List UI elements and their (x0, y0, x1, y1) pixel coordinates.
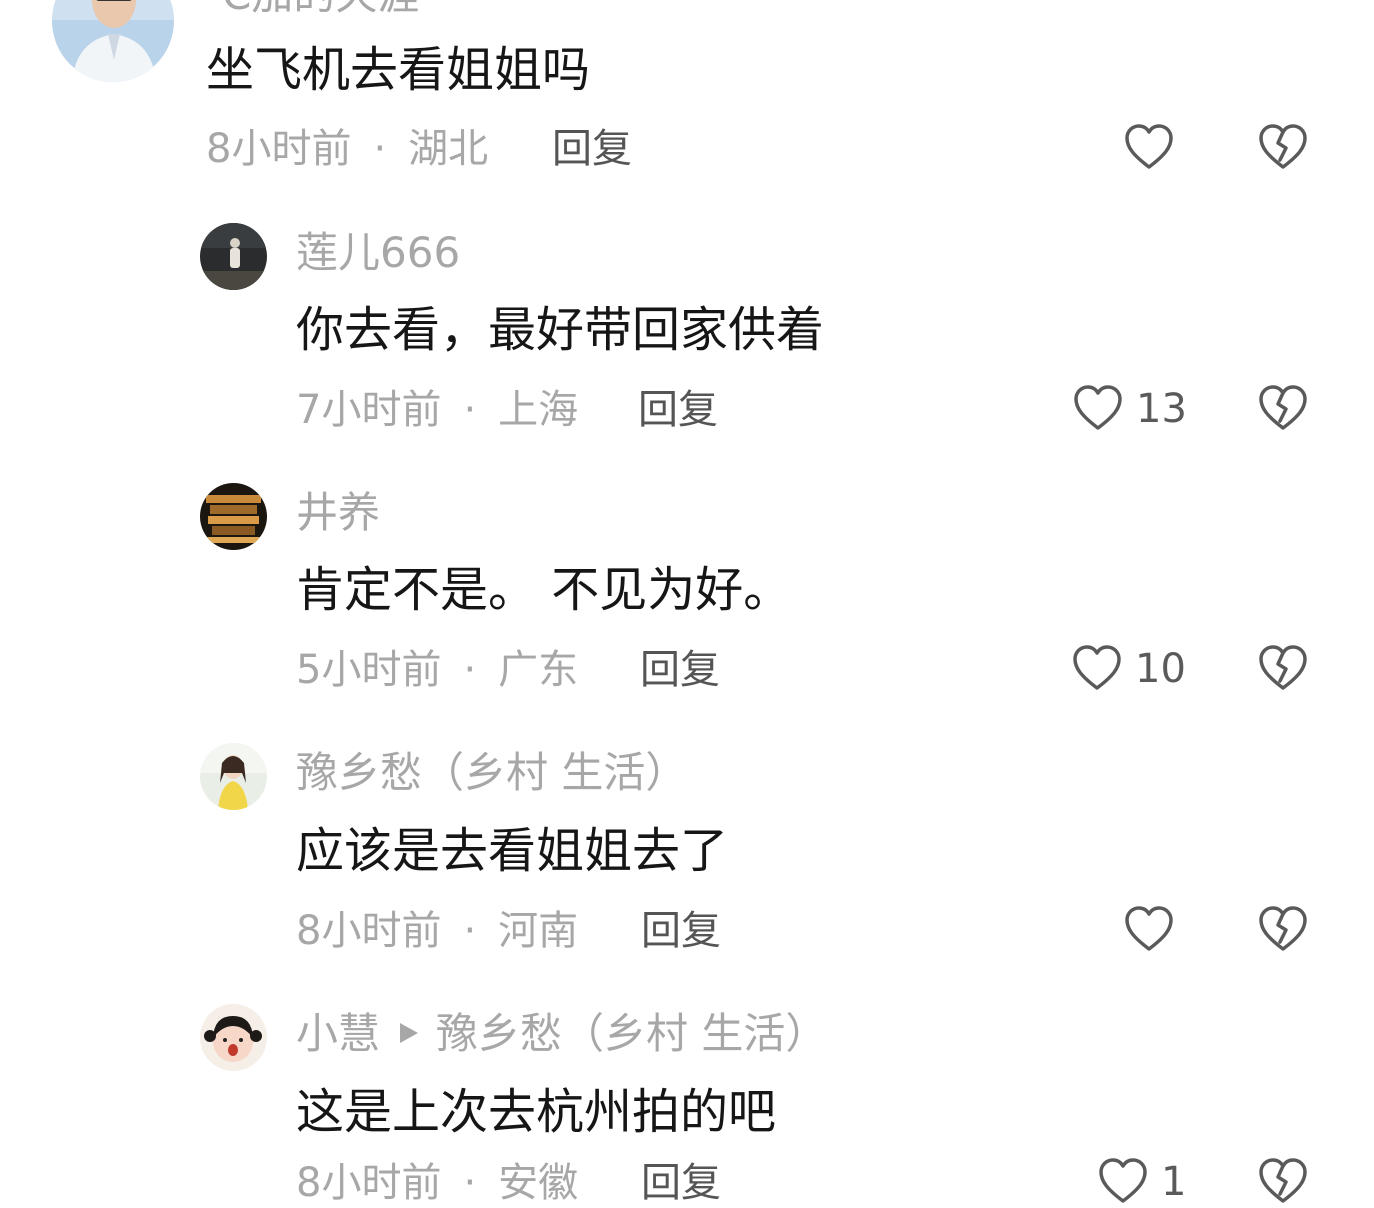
comment-time: 7小时前 (296, 387, 442, 433)
username[interactable]: C加的天涯 (222, 0, 419, 16)
dislike-button[interactable] (1257, 383, 1309, 435)
like-button[interactable]: 10 (1071, 643, 1186, 695)
heart-outline-icon (1071, 643, 1123, 695)
comment-text: 你去看，最好带回家供着 (296, 302, 825, 358)
dislike-button[interactable] (1257, 122, 1309, 174)
broken-heart-icon (1257, 643, 1309, 695)
heart-outline-icon (1097, 1156, 1149, 1208)
like-count: 1 (1161, 1159, 1187, 1205)
username[interactable]: 莲儿666 (296, 232, 460, 274)
like-button[interactable]: 13 (1072, 383, 1187, 435)
comment-meta: 7小时前 · 上海 (296, 390, 578, 430)
comment-location: 上海 (498, 387, 579, 433)
avatar[interactable] (200, 1004, 267, 1071)
heart-outline-icon (1072, 383, 1124, 435)
comment-location: 河南 (498, 908, 579, 954)
username[interactable]: 井养 (296, 492, 380, 534)
reply-button[interactable]: 回复 (638, 390, 718, 430)
reply-author[interactable]: 小慧 (296, 1009, 380, 1058)
like-button[interactable] (1123, 904, 1187, 956)
comment-text: 这是上次去杭州拍的吧 (296, 1084, 777, 1140)
dislike-button[interactable] (1257, 643, 1309, 695)
reply-target[interactable]: 豫乡愁（乡村 生活） (436, 1009, 827, 1058)
reply-button[interactable]: 回复 (552, 129, 632, 169)
comment-meta: 8小时前 · 河南 (296, 911, 578, 951)
comment-text: 坐飞机去看姐姐吗 (206, 42, 591, 98)
comment-time: 8小时前 (296, 908, 442, 954)
username: 小慧 豫乡愁（乡村 生活） (296, 1013, 827, 1055)
avatar[interactable] (200, 483, 267, 550)
comment-text: 应该是去看姐姐去了 (296, 823, 729, 879)
comment-text: 肯定不是。 不见为好。 (296, 562, 792, 618)
heart-outline-icon (1123, 904, 1175, 956)
comment-meta: 5小时前 · 广东 (296, 650, 578, 690)
avatar[interactable] (200, 223, 267, 290)
heart-outline-icon (1123, 122, 1175, 174)
comment-time: 5小时前 (296, 647, 442, 693)
broken-heart-icon (1257, 122, 1309, 174)
separator-dot: · (463, 647, 477, 693)
comment-meta: 8小时前 · 安徽 (296, 1163, 578, 1203)
separator-dot: · (463, 1160, 477, 1206)
broken-heart-icon (1257, 383, 1309, 435)
separator-dot: · (373, 126, 387, 172)
comment-meta: 8小时前 · 湖北 (206, 129, 488, 169)
reply-button[interactable]: 回复 (640, 650, 720, 690)
comment-location: 湖北 (408, 126, 489, 172)
reply-arrow-icon (400, 1022, 419, 1043)
avatar[interactable] (200, 743, 267, 810)
like-button[interactable]: 1 (1097, 1156, 1186, 1208)
like-count: 10 (1135, 646, 1186, 692)
reply-button[interactable]: 回复 (641, 1163, 721, 1203)
like-count: 13 (1136, 386, 1187, 432)
comment-time: 8小时前 (296, 1160, 442, 1206)
reply-button[interactable]: 回复 (641, 911, 721, 951)
username[interactable]: 豫乡愁（乡村 生活） (296, 752, 687, 794)
comment-time: 8小时前 (206, 126, 352, 172)
broken-heart-icon (1257, 904, 1309, 956)
dislike-button[interactable] (1257, 1156, 1309, 1208)
broken-heart-icon (1257, 1156, 1309, 1208)
separator-dot: · (463, 908, 477, 954)
comment-location: 安徽 (498, 1160, 579, 1206)
dislike-button[interactable] (1257, 904, 1309, 956)
separator-dot: · (463, 387, 477, 433)
like-button[interactable] (1123, 122, 1187, 174)
avatar[interactable] (52, 0, 174, 82)
comment-location: 广东 (498, 647, 579, 693)
